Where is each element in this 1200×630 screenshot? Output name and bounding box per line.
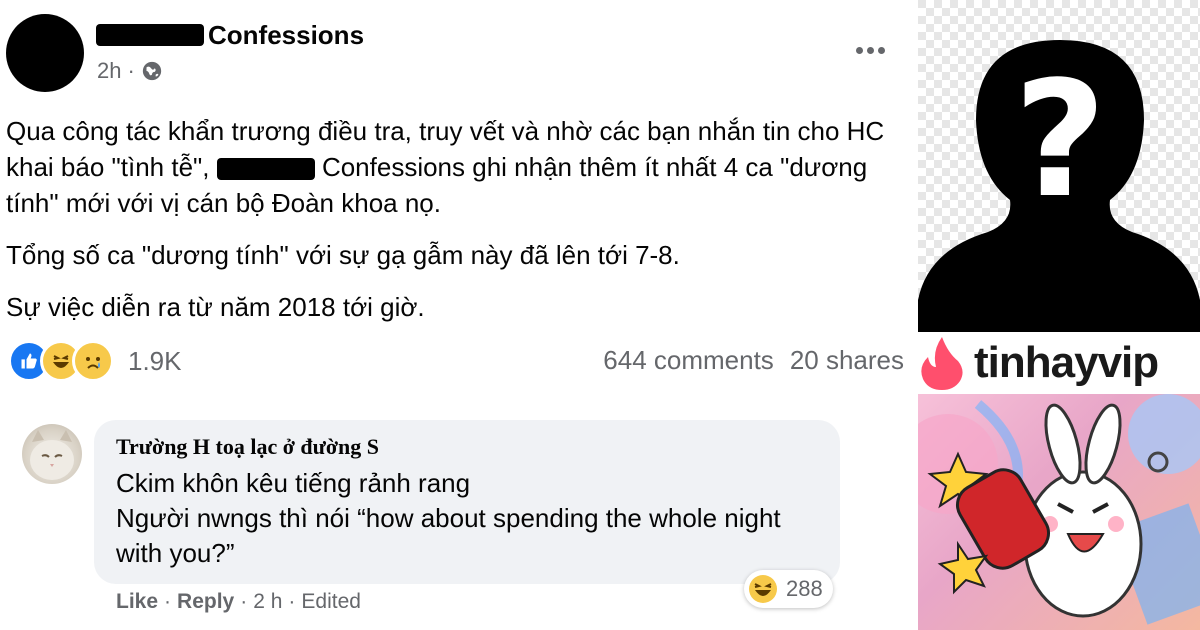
page-name[interactable]: Confessions [96,18,364,52]
comments-count-link[interactable]: 644 comments [603,345,774,376]
post-paragraph-1: Qua công tác khẩn trương điều tra, truy … [6,116,885,218]
post-paragraph-3: Sự việc diễn ra từ năm 2018 tới giờ. [6,292,425,322]
brand-logo: tinhayvip [918,332,1200,394]
shares-count-link[interactable]: 20 shares [790,345,904,376]
post-stats: 644 comments 20 shares [603,345,904,376]
page-name-suffix: Confessions [208,19,365,50]
redacted-inline-block [216,158,315,181]
comment-reaction-count: 288 [786,576,823,601]
post-meta: 2h · [97,58,163,84]
sad-icon [72,340,114,382]
comment-line-1: Ckim khôn kêu tiếng rảnh rang [116,468,471,498]
redacted-name-block [96,24,204,46]
comment-actions: Like · Reply · 2 h · Edited [116,590,361,614]
comment-line-2: Người nwngs thì nói “how about spending … [116,503,781,568]
comment-bubble: Trường H toạ lạc ở đường S Ckim khôn kêu… [94,420,840,584]
facebook-post-screenshot: Confessions 2h · Qua công tác khẩn trươn… [0,0,912,630]
post-body: Qua công tác khẩn trương điều tra, truy … [6,113,906,341]
brand-name: tinhayvip [974,338,1159,387]
commenter-avatar[interactable] [22,424,82,484]
post-time[interactable]: 2h [97,58,121,84]
cony-sticker-image [918,394,1200,630]
post-paragraph-2: Tổng số ca "dương tính" với sự gạ gẫm nà… [6,240,680,270]
flame-icon [921,337,963,390]
comment-text: Ckim khôn kêu tiếng rảnh rang Người nwng… [116,466,816,571]
edited-label: Edited [301,590,361,613]
reaction-count: 1.9K [128,345,182,376]
like-button[interactable]: Like [116,590,158,614]
reactions-summary[interactable]: 1.9K [8,340,182,382]
comment-reactions[interactable]: 288 [744,570,833,608]
reply-button[interactable]: Reply [177,590,234,614]
question-mark-icon: ? [1014,46,1107,233]
anonymous-silhouette-image: ? [918,0,1200,332]
globe-icon [142,61,161,81]
comment-author[interactable]: Trường H toạ lạc ở đường S [116,434,379,460]
comment-time[interactable]: 2 h [253,590,282,614]
haha-icon [749,575,777,603]
page-avatar[interactable] [6,14,84,92]
more-options-icon[interactable] [852,36,888,64]
meta-separator: · [127,58,135,83]
